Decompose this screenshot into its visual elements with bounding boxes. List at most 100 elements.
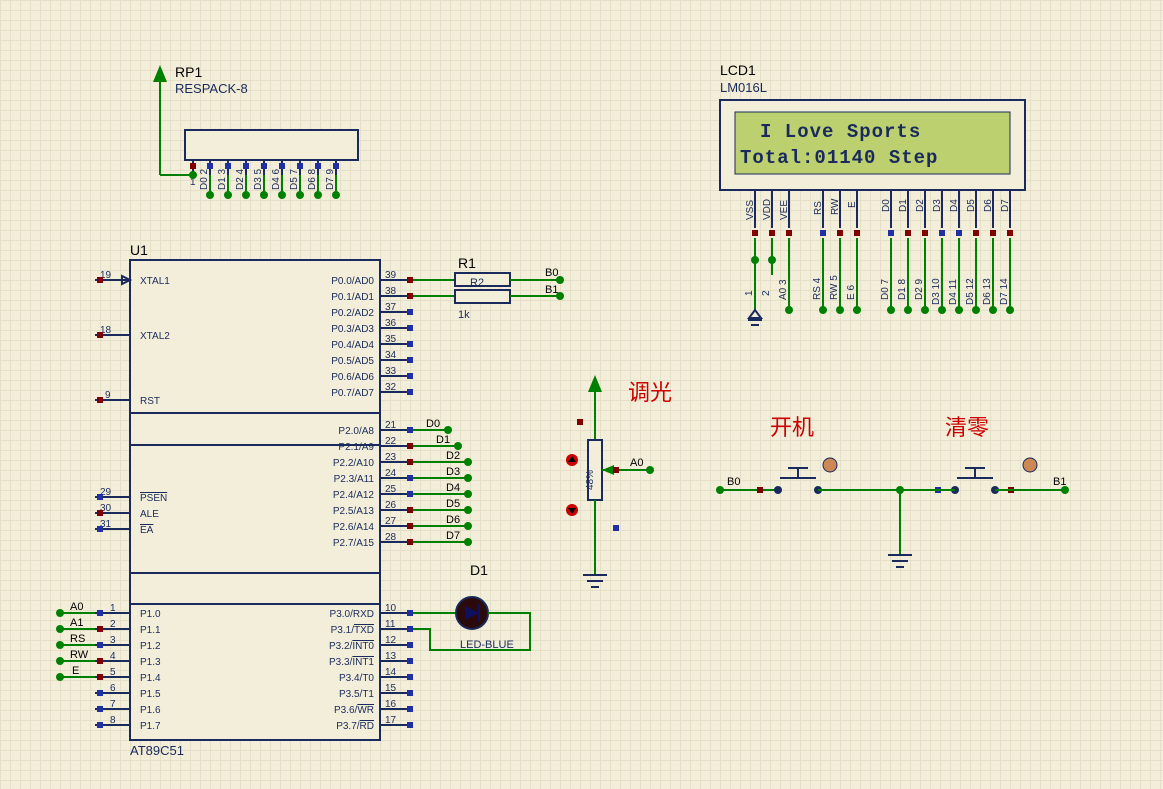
svg-text:D6 8: D6 8 (307, 168, 318, 190)
svg-text:P2.4/A12: P2.4/A12 (333, 490, 375, 501)
svg-text:E: E (72, 665, 79, 677)
svg-text:A0: A0 (630, 457, 643, 469)
svg-text:36: 36 (385, 318, 397, 329)
svg-text:13: 13 (385, 651, 397, 662)
svg-text:开机: 开机 (770, 415, 814, 440)
svg-text:P1.6: P1.6 (140, 705, 161, 716)
svg-text:1: 1 (744, 290, 755, 296)
u1-ref: U1 (130, 242, 148, 258)
svg-text:D0 2: D0 2 (199, 168, 210, 190)
svg-text:21: 21 (385, 420, 397, 431)
svg-text:P2.1/A9: P2.1/A9 (338, 442, 374, 453)
svg-text:D6 13: D6 13 (982, 278, 993, 305)
svg-text:14: 14 (385, 667, 397, 678)
svg-text:RS: RS (70, 633, 85, 645)
svg-text:P3.1/TXD: P3.1/TXD (331, 625, 374, 636)
svg-text:D3 5: D3 5 (253, 168, 264, 190)
svg-text:11: 11 (385, 619, 396, 630)
svg-text:15: 15 (385, 683, 397, 694)
rp1-ref: RP1 (175, 64, 202, 80)
svg-text:D7 9: D7 9 (325, 168, 336, 190)
svg-text:A1: A1 (70, 617, 83, 629)
svg-text:RW 5: RW 5 (829, 275, 840, 300)
svg-text:ALE: ALE (140, 509, 159, 520)
button-actuator-icon[interactable] (1023, 458, 1037, 472)
svg-text:D4: D4 (446, 482, 460, 494)
svg-text:B1: B1 (1053, 476, 1066, 488)
svg-text:D5: D5 (446, 498, 460, 510)
svg-text:25: 25 (385, 484, 397, 495)
svg-text:35: 35 (385, 334, 397, 345)
svg-text:P1.7: P1.7 (140, 721, 161, 732)
svg-text:D2 9: D2 9 (914, 278, 925, 300)
svg-text:22: 22 (385, 436, 397, 447)
svg-text:P3.2/INT0: P3.2/INT0 (329, 641, 374, 652)
svg-text:D0 7: D0 7 (880, 278, 891, 300)
rp1-output-pins: D0 2 D1 3 D2 4 D3 5 D4 6 D5 7 D6 8 D7 9 (199, 160, 340, 199)
component-D1[interactable]: D1 LED-BLUE (413, 562, 530, 651)
svg-text:D3 10: D3 10 (931, 278, 942, 305)
svg-text:RS 4: RS 4 (812, 277, 823, 300)
svg-text:LM016L: LM016L (720, 80, 767, 95)
svg-text:39: 39 (385, 270, 397, 281)
svg-text:34: 34 (385, 350, 397, 361)
svg-text:26: 26 (385, 500, 397, 511)
u1-left-pins: 19XTAL1 18XTAL2 9RST 29PSEN 30ALE 31EA 1… (56, 270, 170, 732)
svg-text:调光: 调光 (628, 380, 672, 405)
rp1-part: RESPACK-8 (175, 81, 248, 96)
svg-text:P0.4/AD4: P0.4/AD4 (331, 340, 374, 351)
svg-text:P0.1/AD1: P0.1/AD1 (331, 292, 374, 303)
svg-text:B0: B0 (727, 476, 740, 488)
svg-text:R1: R1 (458, 255, 476, 271)
component-pot[interactable]: 调光 48% A0 (566, 375, 672, 587)
svg-text:P0.6/AD6: P0.6/AD6 (331, 372, 374, 383)
svg-text:P0.2/AD2: P0.2/AD2 (331, 308, 374, 319)
component-R1[interactable]: B0 B1 R1 R2 1k (413, 255, 564, 321)
svg-text:EA: EA (140, 525, 154, 536)
svg-text:D2: D2 (446, 450, 460, 462)
svg-text:B1: B1 (545, 284, 558, 296)
svg-text:P0.7/AD7: P0.7/AD7 (331, 388, 374, 399)
svg-text:D2 4: D2 4 (235, 168, 246, 190)
schematic-canvas: RP1 RESPACK-8 1 D0 2 D1 3 D2 4 D3 5 D4 6… (0, 0, 1163, 789)
lcd-line2: Total:01140 Step (740, 147, 938, 169)
svg-text:RW: RW (70, 649, 89, 661)
svg-text:D1 8: D1 8 (897, 278, 908, 300)
svg-text:D6: D6 (446, 514, 460, 526)
svg-text:27: 27 (385, 516, 397, 527)
svg-text:10: 10 (385, 603, 397, 614)
component-button-1[interactable]: 开机 B0 (716, 415, 900, 494)
svg-text:XTAL2: XTAL2 (140, 331, 170, 342)
svg-text:P1.3: P1.3 (140, 657, 161, 668)
button-actuator-icon[interactable] (823, 458, 837, 472)
svg-text:2: 2 (761, 290, 772, 296)
component-button-2[interactable]: 清零 B1 (900, 415, 1069, 494)
svg-text:37: 37 (385, 302, 397, 313)
svg-text:D1: D1 (470, 562, 488, 578)
svg-text:D4 11: D4 11 (948, 279, 959, 305)
svg-text:P2.5/A13: P2.5/A13 (333, 506, 375, 517)
svg-text:清零: 清零 (945, 415, 989, 440)
svg-text:B0: B0 (545, 267, 558, 279)
lcd-net-wires: 1 2 A0 3 RS 4 RW 5 E 6 D0 7 D1 8 D2 9 D3… (744, 238, 1014, 325)
svg-text:A0: A0 (70, 601, 83, 613)
svg-text:P1.0: P1.0 (140, 609, 161, 620)
svg-text:P0.3/AD3: P0.3/AD3 (331, 324, 374, 335)
svg-text:16: 16 (385, 699, 397, 710)
svg-text:1k: 1k (458, 309, 470, 321)
svg-text:P0.0/AD0: P0.0/AD0 (331, 276, 374, 287)
svg-text:P2.0/A8: P2.0/A8 (338, 426, 374, 437)
svg-text:D4 6: D4 6 (271, 168, 282, 190)
svg-text:P2.7/A15: P2.7/A15 (333, 538, 375, 549)
component-LCD1[interactable]: LCD1 LM016L I Love Sports Total:01140 St… (720, 62, 1025, 190)
svg-text:28: 28 (385, 532, 397, 543)
svg-text:D5 12: D5 12 (965, 278, 976, 305)
svg-text:48%: 48% (585, 470, 596, 490)
lcd-bottom-pins: VSS VDD VEE RS RW E D0 D1 D2 D3 D4 D5 D6… (745, 190, 1013, 236)
svg-text:PSEN: PSEN (140, 493, 167, 504)
svg-text:P3.7/RD: P3.7/RD (336, 721, 374, 732)
svg-text:23: 23 (385, 452, 397, 463)
svg-text:P1.2: P1.2 (140, 641, 161, 652)
svg-text:P3.4/T0: P3.4/T0 (339, 673, 374, 684)
svg-text:32: 32 (385, 382, 397, 393)
